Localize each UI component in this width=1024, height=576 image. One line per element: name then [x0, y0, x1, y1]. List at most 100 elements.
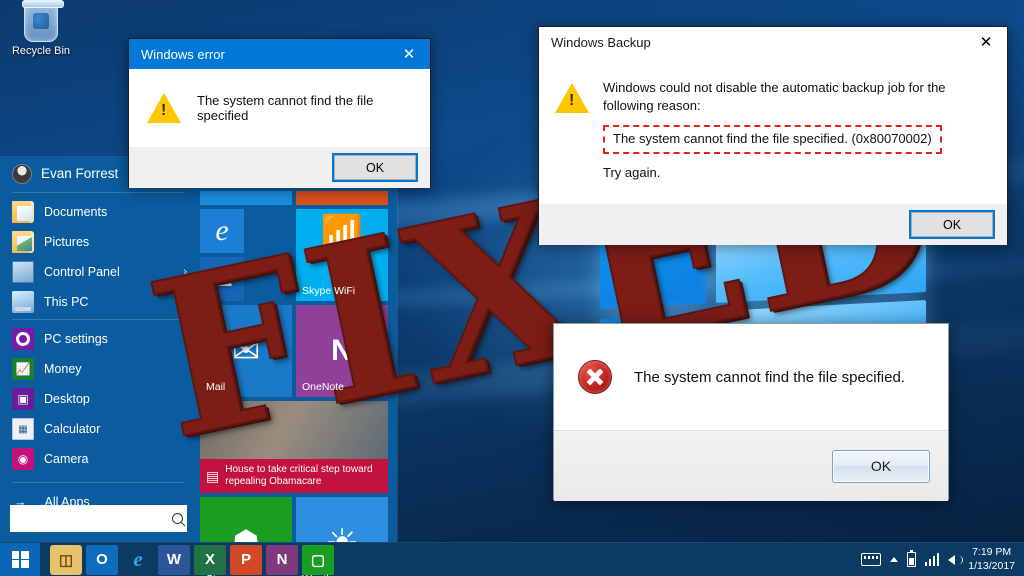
clock-time: 7:19 PM	[972, 546, 1012, 559]
close-icon[interactable]: ✕	[388, 39, 430, 69]
tile-label: Mail	[206, 380, 226, 393]
dialog-footer: OK	[554, 430, 948, 501]
backup-message-line1: Windows could not disable the automatic …	[603, 80, 946, 113]
user-name: Evan Forrest	[41, 166, 119, 181]
search-input[interactable]	[17, 511, 172, 526]
tile-internet-explorer[interactable]: e	[200, 209, 244, 253]
sidebar-item-money[interactable]: 📈 Money	[0, 354, 197, 384]
warning-triangle-icon	[147, 93, 181, 123]
dialog-windows-backup: Windows Backup ✕ Windows could not disab…	[538, 26, 1008, 245]
tile-partial-top-right[interactable]	[296, 191, 388, 205]
start-menu-left-column: Evan Forrest Documents Pictures Control …	[0, 157, 197, 542]
sidebar-item-label: Control Panel	[44, 265, 120, 279]
sidebar-item-label: Pictures	[44, 235, 90, 249]
desktop-icon-recycle-bin[interactable]: Recycle Bin	[6, 0, 76, 57]
search-icon	[169, 510, 186, 527]
desktop-icon: ▣	[12, 388, 34, 410]
sidebar-item-calculator[interactable]: ▦ Calculator	[0, 414, 197, 444]
error-circle-icon	[578, 360, 612, 394]
sidebar-item-camera[interactable]: ◉ Camera	[0, 444, 197, 474]
tile-onedrive[interactable]: ☁	[200, 257, 244, 301]
sidebar-item-pc-settings[interactable]: PC settings	[0, 324, 197, 354]
tile-news[interactable]: ▤ House to take critical step toward rep…	[200, 401, 388, 493]
sidebar-item-label: Desktop	[44, 392, 90, 406]
dialog-message: The system cannot find the file specifie…	[197, 93, 374, 123]
dialog-body: Windows could not disable the automatic …	[539, 57, 1007, 204]
recycle-bin-icon	[22, 0, 64, 42]
clock[interactable]: 7:19 PM 1/13/2017	[964, 546, 1015, 572]
backup-message-line3: Try again.	[603, 165, 661, 181]
tile-skype-wifi[interactable]: 📶 Skype WiFi	[296, 209, 388, 301]
sidebar-item-documents[interactable]: Documents	[0, 197, 197, 227]
sidebar-item-label: This PC	[44, 295, 89, 309]
battery-icon[interactable]	[906, 549, 916, 567]
store-taskbar-icon[interactable]: ▢	[302, 544, 334, 575]
search-box[interactable]	[10, 505, 187, 532]
sidebar-item-desktop[interactable]: ▣ Desktop	[0, 384, 197, 414]
documents-folder-icon	[12, 201, 34, 223]
ok-button[interactable]: OK	[832, 449, 930, 483]
tile-mail[interactable]: ✉ Mail	[200, 305, 292, 397]
dialog-title: Windows Backup	[551, 34, 651, 50]
tile-label: House to take critical step toward repea…	[225, 464, 373, 487]
divider	[12, 192, 185, 193]
sidebar-item-label: Calculator	[44, 422, 101, 436]
camera-icon: ◉	[12, 448, 34, 470]
money-icon: 📈	[12, 358, 34, 380]
dialog-windows-error: Windows error ✕ The system cannot find t…	[128, 38, 431, 188]
sidebar-item-label: Documents	[44, 205, 108, 219]
dialog-system-error: The system cannot find the file specifie…	[553, 323, 949, 501]
excel-taskbar-icon[interactable]: X	[194, 544, 226, 575]
this-pc-icon	[12, 291, 34, 313]
close-icon[interactable]: ✕	[965, 27, 1007, 57]
onenote-taskbar-icon[interactable]: N	[266, 544, 298, 575]
outlook-taskbar-icon[interactable]: O	[86, 544, 118, 575]
dialog-body: The system cannot find the file specifie…	[129, 69, 430, 147]
calculator-icon: ▦	[12, 418, 34, 440]
start-menu: Evan Forrest Documents Pictures Control …	[0, 157, 397, 576]
chevron-right-icon: ›	[183, 266, 187, 278]
ok-button[interactable]: OK	[909, 210, 995, 239]
gear-icon	[12, 328, 34, 350]
control-panel-icon	[12, 261, 34, 283]
internet-explorer-icon: e	[215, 214, 229, 247]
pictures-folder-icon	[12, 231, 34, 253]
tile-onenote[interactable]: N OneNote	[296, 305, 388, 397]
internet-explorer-taskbar-icon[interactable]: e	[122, 545, 154, 575]
tile-label: OneNote	[302, 380, 345, 393]
windows-logo-icon	[11, 551, 29, 568]
taskbar: ◫ O e W X P N ▢ 7:19 PM 1/13/2017	[0, 542, 1024, 576]
sidebar-item-control-panel[interactable]: Control Panel ›	[0, 257, 197, 287]
word-taskbar-icon[interactable]: W	[158, 544, 190, 575]
onedrive-icon: ☁	[211, 266, 233, 291]
ok-button[interactable]: OK	[332, 153, 418, 182]
tile-partial-top-left[interactable]	[200, 191, 292, 205]
network-signal-icon[interactable]	[924, 552, 940, 566]
news-thumbnail	[200, 401, 388, 459]
news-icon: ▤	[206, 467, 220, 484]
powerpoint-taskbar-icon[interactable]: P	[230, 544, 262, 575]
dialog-message: The system cannot find the file specifie…	[634, 368, 905, 386]
taskbar-apps: ◫ O e W X P N ▢	[40, 544, 334, 575]
sidebar-item-this-pc[interactable]: This PC	[0, 287, 197, 317]
sidebar-item-label: Camera	[44, 452, 89, 466]
file-explorer-taskbar-icon[interactable]: ◫	[50, 544, 82, 575]
dialog-title: Windows error	[141, 46, 225, 62]
keyboard-icon[interactable]	[860, 553, 881, 566]
divider	[12, 482, 185, 483]
start-button[interactable]	[0, 542, 40, 576]
backup-error-code: The system cannot find the file specifie…	[613, 131, 932, 147]
highlight-box: The system cannot find the file specifie…	[603, 125, 942, 155]
show-hidden-icons-caret[interactable]	[889, 557, 898, 562]
sidebar-item-label: Money	[44, 362, 82, 376]
clock-date: 1/13/2017	[968, 559, 1015, 572]
recycle-bin-label: Recycle Bin	[11, 45, 71, 57]
sidebar-item-pictures[interactable]: Pictures	[0, 227, 197, 257]
dialog-footer: OK	[539, 204, 1007, 245]
dialog-title-bar: Windows Backup ✕	[539, 27, 1007, 57]
dialog-footer: OK	[129, 147, 430, 188]
dialog-body: The system cannot find the file specifie…	[554, 324, 948, 430]
volume-icon[interactable]	[948, 554, 964, 565]
system-tray: 7:19 PM 1/13/2017	[860, 546, 1024, 572]
dialog-title-bar: Windows error ✕	[129, 39, 430, 69]
